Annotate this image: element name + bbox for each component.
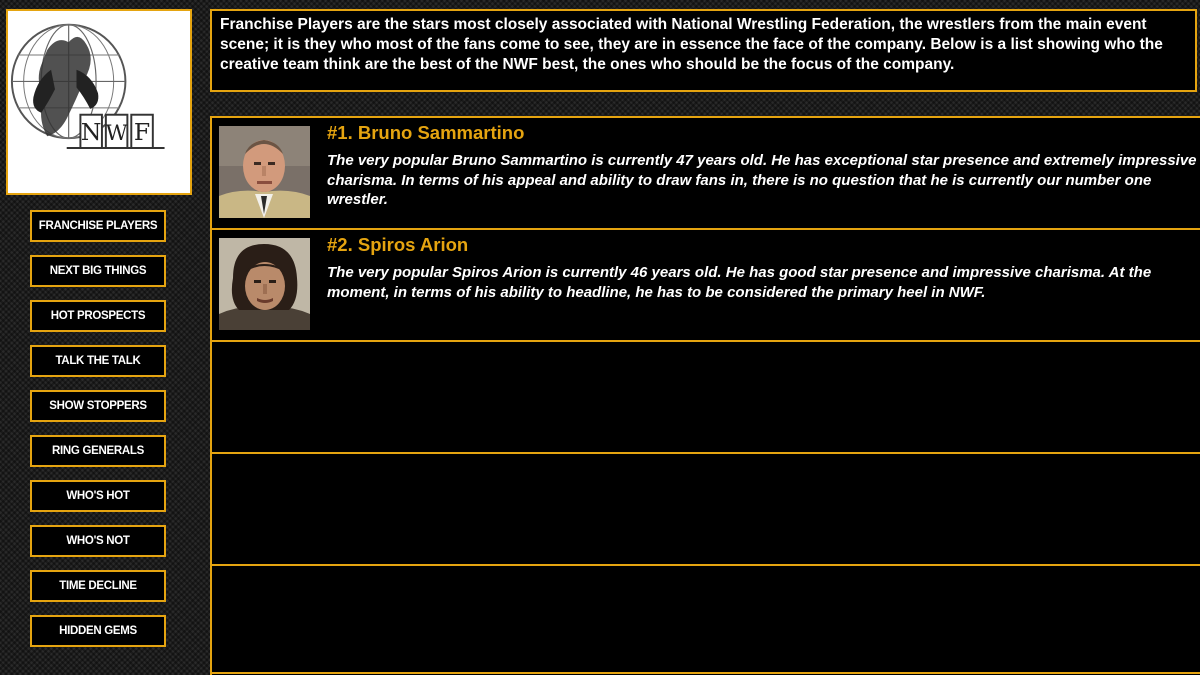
nwf-globe-wrestler-logo-icon: N W F bbox=[10, 23, 165, 149]
player-photo bbox=[219, 126, 310, 218]
player-rank-name[interactable]: #2. Spiros Arion bbox=[327, 234, 468, 256]
nav-hidden-gems-button[interactable]: HIDDEN GEMS bbox=[30, 615, 166, 647]
nwf-logo: N W F bbox=[6, 9, 192, 195]
player-row: #2. Spiros Arion The very popular Spiros… bbox=[212, 228, 1200, 340]
nav-whos-hot-button[interactable]: WHO'S HOT bbox=[30, 480, 166, 512]
empty-player-row bbox=[212, 564, 1200, 674]
player-list: #1. Bruno Sammartino The very popular Br… bbox=[210, 116, 1200, 675]
nav-talk-the-talk-button[interactable]: TALK THE TALK bbox=[30, 345, 166, 377]
nav-time-decline-button[interactable]: TIME DECLINE bbox=[30, 570, 166, 602]
side-nav: FRANCHISE PLAYERS NEXT BIG THINGS HOT PR… bbox=[30, 210, 166, 660]
empty-player-row bbox=[212, 340, 1200, 452]
intro-text: Franchise Players are the stars most clo… bbox=[220, 16, 1163, 73]
nav-show-stoppers-button[interactable]: SHOW STOPPERS bbox=[30, 390, 166, 422]
nav-next-big-things-button[interactable]: NEXT BIG THINGS bbox=[30, 255, 166, 287]
player-description: The very popular Bruno Sammartino is cur… bbox=[327, 152, 1197, 208]
player-description: The very popular Spiros Arion is current… bbox=[327, 264, 1152, 301]
intro-panel: Franchise Players are the stars most clo… bbox=[210, 9, 1197, 92]
nav-franchise-players-button[interactable]: FRANCHISE PLAYERS bbox=[30, 210, 166, 242]
nav-ring-generals-button[interactable]: RING GENERALS bbox=[30, 435, 166, 467]
svg-text:F: F bbox=[134, 118, 150, 146]
nav-hot-prospects-button[interactable]: HOT PROSPECTS bbox=[30, 300, 166, 332]
player-row: #1. Bruno Sammartino The very popular Br… bbox=[212, 116, 1200, 228]
spiros-portrait-icon bbox=[219, 238, 310, 330]
bruno-portrait-icon bbox=[219, 126, 310, 218]
empty-player-row bbox=[212, 452, 1200, 564]
player-rank-name[interactable]: #1. Bruno Sammartino bbox=[327, 122, 524, 144]
svg-text:N: N bbox=[81, 118, 102, 146]
nav-whos-not-button[interactable]: WHO'S NOT bbox=[30, 525, 166, 557]
svg-text:W: W bbox=[106, 121, 129, 146]
player-photo bbox=[219, 238, 310, 330]
